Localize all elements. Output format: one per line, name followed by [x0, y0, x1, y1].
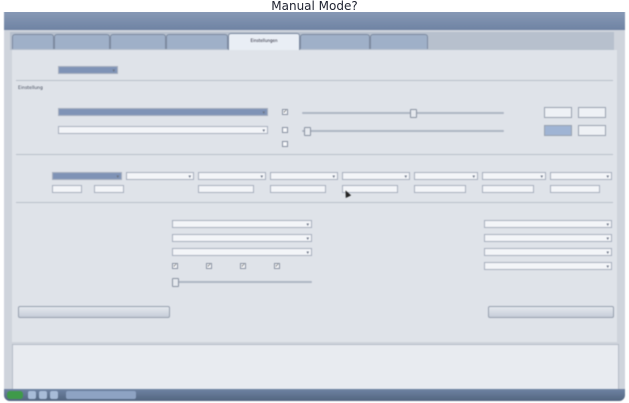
taskbar	[4, 389, 625, 401]
settings-row1-select[interactable]	[58, 108, 268, 116]
log-panel	[12, 344, 619, 390]
tab-settings[interactable]: Einstellungen	[228, 33, 300, 50]
settings-row2-select[interactable]	[58, 126, 268, 134]
quicklaunch-browser-icon[interactable]	[28, 391, 36, 399]
alloc-select-8[interactable]	[550, 172, 612, 180]
alloc-input-8[interactable]	[550, 185, 600, 193]
settings-row1-checkbox[interactable]: ✓	[282, 109, 288, 115]
alloc-input-7[interactable]	[482, 185, 534, 193]
taskbar-task-button[interactable]	[66, 391, 136, 399]
screen: Einstellungen Einstellung ✓	[4, 6, 625, 401]
alloc-select-1[interactable]	[52, 172, 122, 180]
right-row3-select[interactable]	[484, 248, 612, 256]
settings-row2-slider-handle[interactable]	[304, 127, 311, 136]
settings-row2-checkbox[interactable]	[282, 127, 288, 133]
right-action-button[interactable]	[488, 306, 614, 318]
settings-row2-value2[interactable]	[544, 125, 572, 136]
alloc-input-1[interactable]	[52, 185, 82, 193]
alloc-input-3[interactable]	[198, 185, 254, 193]
tab-1[interactable]	[12, 34, 54, 49]
tab-bar: Einstellungen	[10, 32, 614, 50]
quicklaunch-folder-icon[interactable]	[39, 391, 47, 399]
settings-section-title: Einstellung	[18, 86, 43, 91]
rf-row3-select[interactable]	[172, 248, 312, 256]
alloc-select-4[interactable]	[270, 172, 338, 180]
start-button[interactable]	[7, 391, 23, 399]
rf-row2-select[interactable]	[172, 234, 312, 242]
alloc-input-4[interactable]	[270, 185, 326, 193]
right-row4-select[interactable]	[484, 262, 612, 270]
settings-row1-value2[interactable]	[544, 107, 572, 118]
right-row1-select[interactable]	[484, 220, 612, 228]
alloc-select-3[interactable]	[198, 172, 266, 180]
rf-row5-slider[interactable]	[172, 281, 312, 283]
settings-row2-value3[interactable]	[578, 125, 606, 136]
alloc-select-2[interactable]	[126, 172, 194, 180]
alloc-select-7[interactable]	[482, 172, 546, 180]
settings-panel: Einstellung ✓	[12, 50, 617, 342]
alloc-select-5[interactable]	[342, 172, 410, 180]
settings-row1-slider-handle[interactable]	[410, 109, 417, 118]
right-row2-select[interactable]	[484, 234, 612, 242]
rf-row5-slider-handle[interactable]	[172, 278, 179, 287]
page-title: Manual Mode?	[0, 0, 629, 12]
alloc-input-2[interactable]	[94, 185, 124, 193]
rf-checkbox-2[interactable]: ✓	[206, 263, 212, 269]
quicklaunch-app-icon[interactable]	[50, 391, 58, 399]
rf-checkbox-3[interactable]: ✓	[240, 263, 246, 269]
tab-2[interactable]	[54, 34, 110, 49]
settings-row1-value3[interactable]	[578, 107, 606, 118]
tab-6[interactable]	[300, 34, 370, 49]
divider	[16, 80, 613, 81]
left-action-button[interactable]	[18, 306, 170, 318]
rf-checkbox-4[interactable]: ✓	[274, 263, 280, 269]
divider	[16, 202, 613, 203]
tab-4[interactable]	[166, 34, 228, 49]
rf-row1-select[interactable]	[172, 220, 312, 228]
alloc-input-6[interactable]	[414, 185, 466, 193]
settings-all-checkbox[interactable]	[282, 141, 288, 147]
alloc-select-6[interactable]	[414, 172, 478, 180]
divider	[16, 154, 613, 155]
tab-7[interactable]	[370, 34, 428, 49]
tab-3[interactable]	[110, 34, 166, 49]
settings-row2-slider[interactable]	[302, 130, 504, 132]
rf-checkbox-1[interactable]: ✓	[172, 263, 178, 269]
settings-row1-slider[interactable]	[302, 112, 504, 114]
general-select[interactable]	[58, 66, 118, 74]
alloc-input-5[interactable]	[342, 185, 398, 193]
